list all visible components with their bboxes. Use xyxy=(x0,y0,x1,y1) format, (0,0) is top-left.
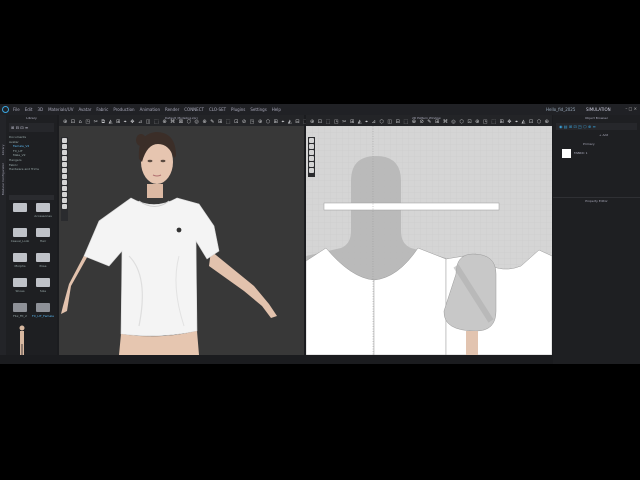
fabric-swatch[interactable] xyxy=(562,149,571,158)
window-controls[interactable]: – □ × xyxy=(625,106,637,111)
menu-item-plugins[interactable]: Plugins xyxy=(231,107,245,112)
menu-item-file[interactable]: File xyxy=(13,107,20,112)
library-item-label: Shoes xyxy=(15,289,25,293)
library-search-input[interactable] xyxy=(9,195,54,200)
panel-divider xyxy=(553,197,640,198)
library-tree-item[interactable]: Hardware and Trims xyxy=(9,167,39,172)
fabric-header: Primary xyxy=(583,142,595,146)
menu-bar: File Edit 3D Materials/UV Avatar Fabric Produc… xyxy=(0,104,640,115)
2d-side-toolbar[interactable] xyxy=(308,137,315,177)
right-panel: Object Browser ◉ ▤ ⊞ ⊡ ◳ ⬡ ⊕ ≡ + Add Pri… xyxy=(553,115,640,364)
clo-app-window: File Edit 3D Materials/UV Avatar Fabric Produc… xyxy=(0,104,640,364)
menu-item-fabric[interactable]: Fabric xyxy=(96,107,108,112)
menu-item-connect[interactable]: CONNECT xyxy=(184,107,204,112)
3d-viewport[interactable] xyxy=(59,126,304,355)
3d-toolbar-icons[interactable]: ⊕ ⊡ ⌂ ◳ ✂ ⧉ ◭ ⊞ ⌖ ✥ ⊿ ◫ ⬚ ⊕ ⌘ ⊠ ⬡ ◎ ⊕ ✎ … xyxy=(63,119,340,125)
library-folder-icon[interactable] xyxy=(13,253,27,262)
app-logo-icon xyxy=(2,106,9,113)
tshirt-logo-icon xyxy=(176,227,182,233)
file-name: Hello_fid_2025 xyxy=(546,107,576,112)
fabric-name[interactable]: FABRIC 1 xyxy=(574,151,588,155)
library-item-label: Size xyxy=(39,289,47,293)
menu-item-clo-set[interactable]: CLO-SET xyxy=(209,107,226,112)
library-folder-icon[interactable] xyxy=(36,228,50,237)
avatar-leg-shape xyxy=(466,331,478,355)
avatar-3d-render xyxy=(61,132,277,355)
menu-item-avatar[interactable]: Avatar xyxy=(78,107,91,112)
library-tree: Documents Avatar Female_V2 FX_LIT Male_V2 Han… xyxy=(9,135,39,172)
tshirt-garment[interactable] xyxy=(83,197,220,337)
object-browser-tab-icons[interactable]: ◉ ▤ ⊞ ⊡ ◳ ⬡ ⊕ ≡ xyxy=(559,124,596,129)
library-folder-icon[interactable] xyxy=(13,228,27,237)
library-title: Library xyxy=(26,116,37,120)
library-item-label: Hair xyxy=(39,239,47,243)
rail-tab-modular[interactable]: Modular Configurator xyxy=(1,162,5,195)
pattern-canvas xyxy=(306,126,552,355)
right-arm xyxy=(209,251,277,318)
object-browser-tabs[interactable]: ◉ ▤ ⊞ ⊡ ◳ ⬡ ⊕ ≡ xyxy=(556,123,637,130)
menu-item-settings[interactable]: Settings xyxy=(250,107,266,112)
menu-item-3d[interactable]: 3D xyxy=(37,107,43,112)
library-folder-icon[interactable] xyxy=(36,303,50,312)
bottom-bar xyxy=(0,355,553,364)
pattern-piece-rib[interactable] xyxy=(323,202,500,211)
library-toolbar: ⊞ ⊟ ⊡ ≡ xyxy=(9,123,54,132)
library-folder-icon[interactable] xyxy=(13,203,27,212)
right-eye xyxy=(160,159,166,163)
library-item-label: FX_LIT_Female xyxy=(31,314,55,318)
library-item-label: Morphs xyxy=(14,264,26,268)
simulation-mode-label[interactable]: SIMULATION xyxy=(586,107,611,112)
menu-item-production[interactable]: Production xyxy=(113,107,134,112)
menu-item-materials-uv[interactable]: Materials/UV xyxy=(48,107,73,112)
library-toolbar-icons[interactable]: ⊞ ⊟ ⊡ ≡ xyxy=(11,125,28,130)
property-editor-title: Property Editor xyxy=(585,199,608,203)
2d-toolbar: 2D Pattern Window ⊕ ⊡ ⬚ ◳ ✂ ⊞ ◭ ⌖ ⊿ ⬡ ◫ … xyxy=(306,115,552,126)
left-eye xyxy=(147,159,153,163)
2d-pattern-viewport[interactable] xyxy=(306,126,552,355)
library-folder-icon[interactable] xyxy=(13,303,27,312)
library-item-label: Casual_Look xyxy=(10,239,30,243)
add-fabric-button[interactable]: + Add xyxy=(599,133,608,137)
menu-item-edit[interactable]: Edit xyxy=(25,107,33,112)
hair-bun xyxy=(136,134,146,146)
menu-item-render[interactable]: Render xyxy=(165,107,179,112)
3d-side-toolbar[interactable] xyxy=(61,137,68,221)
menu-item-help[interactable]: Help xyxy=(272,107,281,112)
library-folder-icon[interactable] xyxy=(36,253,50,262)
rail-tab-library[interactable]: Library xyxy=(1,144,5,155)
menu-items: File Edit 3D Materials/UV Avatar Fabric Produc… xyxy=(13,107,286,112)
2d-toolbar-icons[interactable]: ⊕ ⊡ ⬚ ◳ ✂ ⊞ ◭ ⌖ ⊿ ⬡ ◫ ⊟ ⬚ ⊕ ⊘ ✎ ⊞ ⌘ ◎ ⬡ … xyxy=(310,119,550,125)
menu-item-animation[interactable]: Animation xyxy=(140,107,160,112)
avatar-thumbnail-icon xyxy=(19,325,25,356)
object-browser-title: Object Browser xyxy=(585,116,608,120)
library-panel: Library ⊞ ⊟ ⊡ ≡ Documents Avatar Female_V2… xyxy=(6,115,57,364)
library-folder-icon[interactable] xyxy=(36,278,50,287)
library-folder-icon[interactable] xyxy=(13,278,27,287)
3d-toolbar: Default_Modeling.zprj ⊕ ⊡ ⌂ ◳ ✂ ⧉ ◭ ⊞ ⌖ … xyxy=(59,115,339,126)
library-item-label: Accessories xyxy=(34,214,52,218)
library-folder-icon[interactable] xyxy=(36,203,50,212)
library-item-label: Fbx_Fit_2 xyxy=(13,314,27,318)
library-item-label: Pose xyxy=(39,264,47,268)
neck xyxy=(147,184,163,198)
